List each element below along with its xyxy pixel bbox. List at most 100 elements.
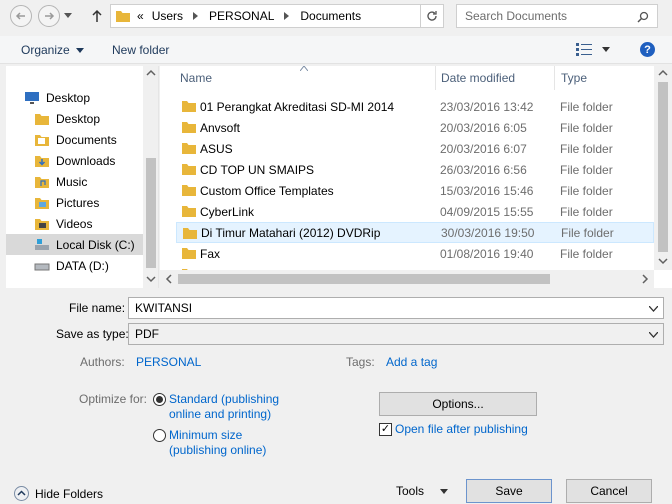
file-date: 26/03/2016 6:56 — [440, 162, 527, 177]
nav-item-desktop[interactable]: Desktop — [34, 108, 100, 129]
folder-icon — [182, 206, 196, 217]
file-row[interactable]: Fax 01/08/2016 19:40 File folder — [176, 243, 654, 264]
crumb-personal[interactable]: PERSONAL — [209, 9, 274, 23]
nav-label: Music — [56, 174, 88, 189]
file-row[interactable]: Custom Office Templates 15/03/2016 15:46… — [176, 180, 654, 201]
chevron-right-icon[interactable] — [193, 12, 199, 20]
list-scroll-thumb[interactable] — [658, 82, 668, 252]
nav-item-videos[interactable]: Videos — [34, 213, 92, 234]
filename-input[interactable]: KWITANSI — [128, 297, 664, 319]
file-row-selected[interactable]: Di Timur Matahari (2012) DVDRip 30/03/20… — [176, 222, 654, 243]
nav-label: DATA (D:) — [56, 258, 109, 273]
scroll-down-icon[interactable] — [654, 254, 672, 268]
file-type: File folder — [560, 162, 613, 177]
file-date: 01/08/2016 19:40 — [440, 246, 534, 261]
radio-minimum-line2: (publishing online) — [169, 443, 267, 457]
nav-label: Desktop — [46, 90, 91, 105]
chevron-down-icon — [649, 332, 658, 338]
radio-standard-line1: Standard (publishing — [169, 392, 280, 406]
file-date: 20/03/2016 6:07 — [440, 141, 527, 156]
chevron-down-icon[interactable] — [649, 306, 658, 312]
radio-minimum-label[interactable]: Minimum size (publishing online) — [169, 428, 266, 458]
nav-item-pictures[interactable]: Pictures — [34, 192, 99, 213]
chevron-right-icon[interactable] — [284, 12, 290, 20]
chevron-down-icon — [75, 47, 84, 53]
file-date: 30/03/2016 19:50 — [441, 225, 535, 240]
drive-icon — [35, 238, 49, 250]
address-bar[interactable]: « Users PERSONAL Documents — [110, 4, 442, 28]
command-bar — [0, 36, 672, 64]
nav-item-music[interactable]: Music — [34, 171, 87, 192]
tools-label: Tools — [396, 484, 425, 498]
folder-icon — [183, 228, 197, 239]
tags-label: Tags: — [346, 355, 375, 369]
chevron-down-icon — [64, 13, 72, 18]
search-icon[interactable] — [637, 11, 649, 23]
file-name: Custom Office Templates — [200, 183, 334, 198]
tools-menu[interactable]: Tools — [396, 484, 449, 498]
up-button[interactable] — [90, 9, 104, 23]
scroll-down-icon[interactable] — [143, 272, 159, 286]
nav-label: Documents — [56, 132, 117, 147]
scroll-up-icon[interactable] — [143, 66, 159, 80]
radio-standard-label[interactable]: Standard (publishing online and printing… — [169, 392, 279, 422]
file-row[interactable]: CD TOP UN SMAIPS 26/03/2016 6:56 File fo… — [176, 159, 654, 180]
list-hscroll-thumb[interactable] — [178, 274, 550, 284]
file-type: File folder — [560, 141, 613, 156]
file-name: Fax — [200, 246, 221, 261]
recent-locations-chevron[interactable] — [64, 13, 72, 19]
chevron-down-icon — [440, 488, 449, 494]
chevron-up-circle-icon — [14, 486, 29, 501]
scroll-left-icon[interactable] — [162, 270, 176, 288]
radio-minimum[interactable] — [153, 429, 166, 442]
optimize-label: Optimize for: — [79, 392, 148, 406]
authors-value[interactable]: PERSONAL — [136, 355, 201, 369]
organize-menu[interactable]: Organize — [21, 43, 84, 57]
back-button[interactable] — [10, 5, 32, 27]
folder-icon — [182, 248, 196, 259]
file-type: File folder — [560, 246, 613, 261]
hide-folders-toggle[interactable]: Hide Folders — [14, 486, 103, 501]
crumb-documents[interactable]: Documents — [300, 9, 361, 23]
savetype-select[interactable]: PDF — [128, 323, 664, 345]
cancel-button[interactable]: Cancel — [566, 479, 652, 503]
radio-standard[interactable] — [153, 393, 166, 406]
nav-label: Desktop — [56, 111, 101, 126]
scroll-right-icon[interactable] — [638, 270, 652, 288]
nav-item-desktop-root[interactable]: Desktop — [24, 87, 90, 108]
column-header-name[interactable]: Name — [172, 66, 436, 90]
file-row[interactable]: CyberLink 04/09/2015 15:55 File folder — [176, 201, 654, 222]
folder-icon — [35, 113, 49, 125]
help-button[interactable]: ? — [640, 42, 655, 57]
refresh-button[interactable] — [420, 4, 444, 28]
file-row[interactable]: Anvsoft 20/03/2016 6:05 File folder — [176, 117, 654, 138]
column-header-date[interactable]: Date modified — [433, 66, 555, 90]
list-horizontal-scrollbar[interactable] — [160, 270, 654, 288]
nav-item-local-disk[interactable]: Local Disk (C:) — [6, 234, 143, 255]
list-vertical-scrollbar[interactable] — [654, 66, 672, 270]
nav-label: Downloads — [56, 153, 116, 168]
nav-scroll-thumb[interactable] — [146, 158, 156, 268]
documents-icon — [35, 134, 49, 146]
options-button[interactable]: Options... — [379, 392, 537, 416]
nav-scrollbar[interactable] — [143, 66, 159, 288]
forward-button[interactable] — [38, 5, 60, 27]
open-after-checkbox[interactable]: ✓ — [379, 423, 392, 436]
add-tag-link[interactable]: Add a tag — [386, 355, 437, 369]
new-folder-button[interactable]: New folder — [112, 43, 169, 57]
view-options-button[interactable] — [576, 42, 610, 56]
chevron-down-icon — [602, 46, 610, 52]
scroll-up-icon[interactable] — [654, 66, 672, 80]
column-header-type[interactable]: Type — [553, 66, 653, 90]
nav-item-documents[interactable]: Documents — [34, 129, 117, 150]
open-after-label[interactable]: Open file after publishing — [395, 422, 528, 436]
file-row[interactable]: ASUS 20/03/2016 6:07 File folder — [176, 138, 654, 159]
nav-item-downloads[interactable]: Downloads — [34, 150, 115, 171]
address-prefix[interactable]: « — [137, 9, 144, 23]
save-button[interactable]: Save — [466, 479, 552, 503]
downloads-icon — [35, 155, 49, 167]
crumb-users[interactable]: Users — [152, 9, 183, 23]
nav-item-data-drive[interactable]: DATA (D:) — [34, 255, 109, 276]
file-row[interactable]: 01 Perangkat Akreditasi SD-MI 2014 23/03… — [176, 96, 654, 117]
search-input[interactable]: Search Documents — [456, 4, 658, 28]
